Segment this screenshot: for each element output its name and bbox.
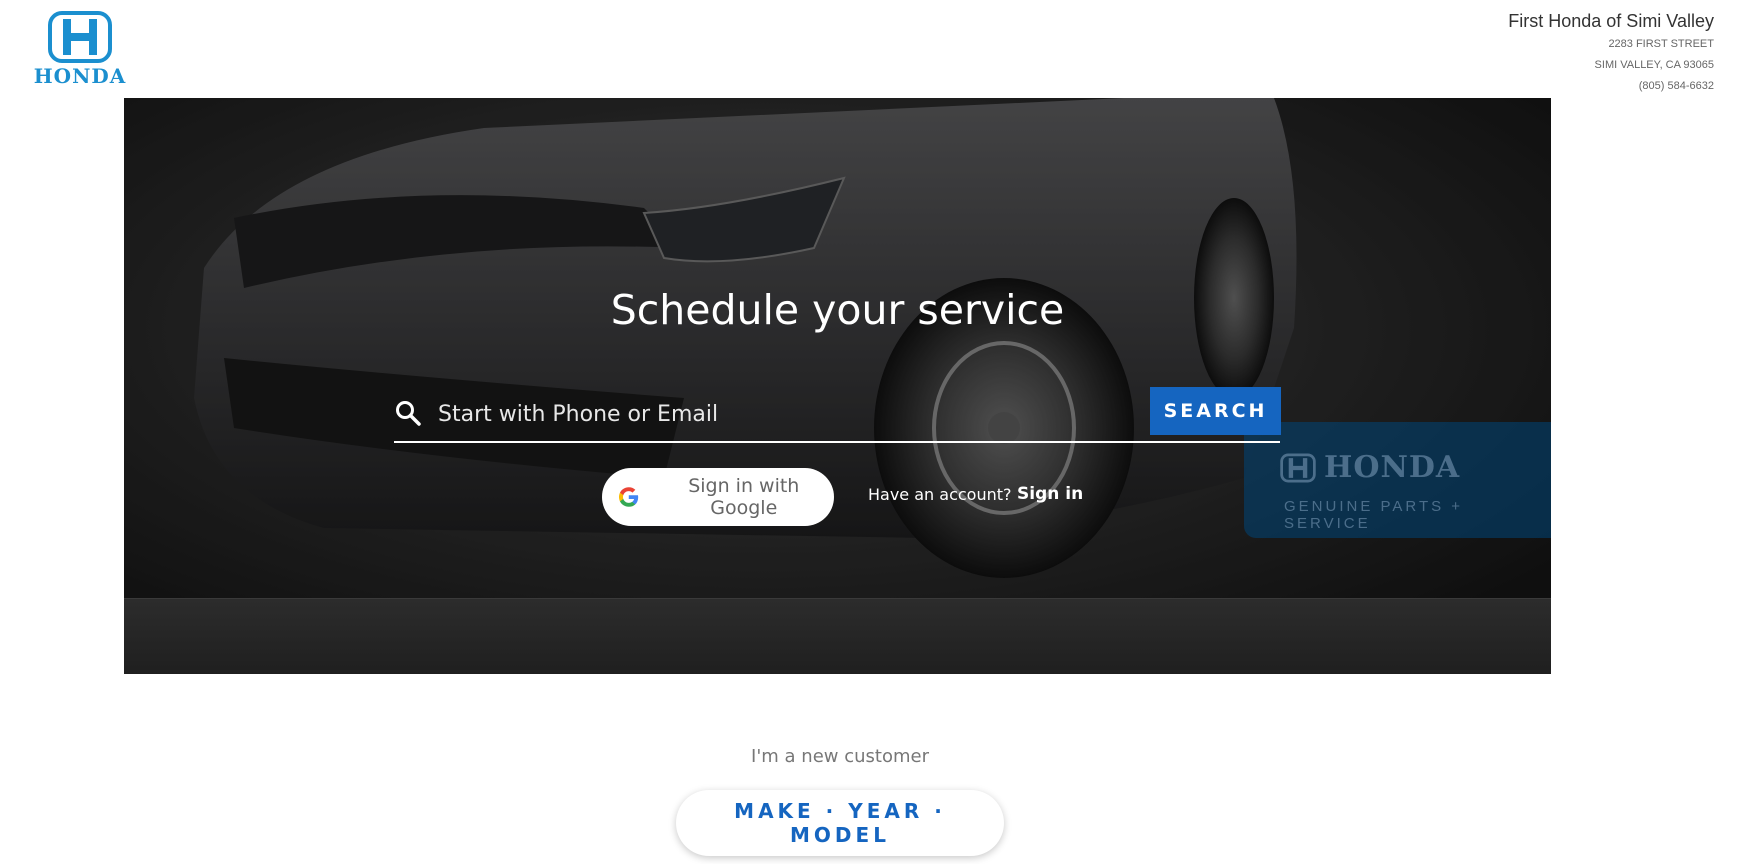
dealer-street: 2283 FIRST STREET <box>1608 38 1714 50</box>
google-signin-button[interactable]: Sign in with Google <box>602 468 834 526</box>
signin-link[interactable]: Sign in <box>1017 484 1083 504</box>
dealer-city: SIMI VALLEY, CA 93065 <box>1594 59 1714 71</box>
honda-badge-icon <box>1280 453 1316 482</box>
google-icon <box>618 487 639 507</box>
search-input[interactable] <box>436 393 1140 435</box>
hero-car-image <box>124 98 1551 674</box>
hero-banner: HONDA GENUINE PARTS + SERVICE Schedule y… <box>124 98 1551 674</box>
page-title: Schedule your service <box>610 286 1065 334</box>
badge-logo: HONDA <box>1280 450 1460 485</box>
hero-bottom-band <box>124 598 1551 674</box>
honda-logo[interactable]: HONDA <box>20 10 140 90</box>
make-year-model-button[interactable]: MAKE · YEAR · MODEL <box>676 790 1004 856</box>
new-customer-label: I'm a new customer <box>751 746 929 767</box>
badge-subtitle: GENUINE PARTS + SERVICE <box>1284 498 1464 532</box>
dealer-name: First Honda of Simi Valley <box>1508 11 1714 31</box>
honda-logo-icon <box>48 11 112 63</box>
account-prompt: Have an account? <box>868 485 1012 504</box>
site-header: HONDA First Honda of Simi Valley 2283 FI… <box>0 0 1740 98</box>
genuine-parts-badge: HONDA GENUINE PARTS + SERVICE <box>1244 422 1551 538</box>
dealer-phone[interactable]: (805) 584-6632 <box>1508 76 1714 97</box>
google-signin-label: Sign in with Google <box>688 475 800 519</box>
dealer-info: First Honda of Simi Valley 2283 FIRST ST… <box>1508 8 1714 97</box>
search-bar <box>394 387 1280 443</box>
logo-wordmark: HONDA <box>33 64 127 88</box>
search-button[interactable]: SEARCH <box>1150 387 1281 435</box>
badge-logo-text: HONDA <box>1324 450 1461 485</box>
search-icon <box>396 401 421 426</box>
